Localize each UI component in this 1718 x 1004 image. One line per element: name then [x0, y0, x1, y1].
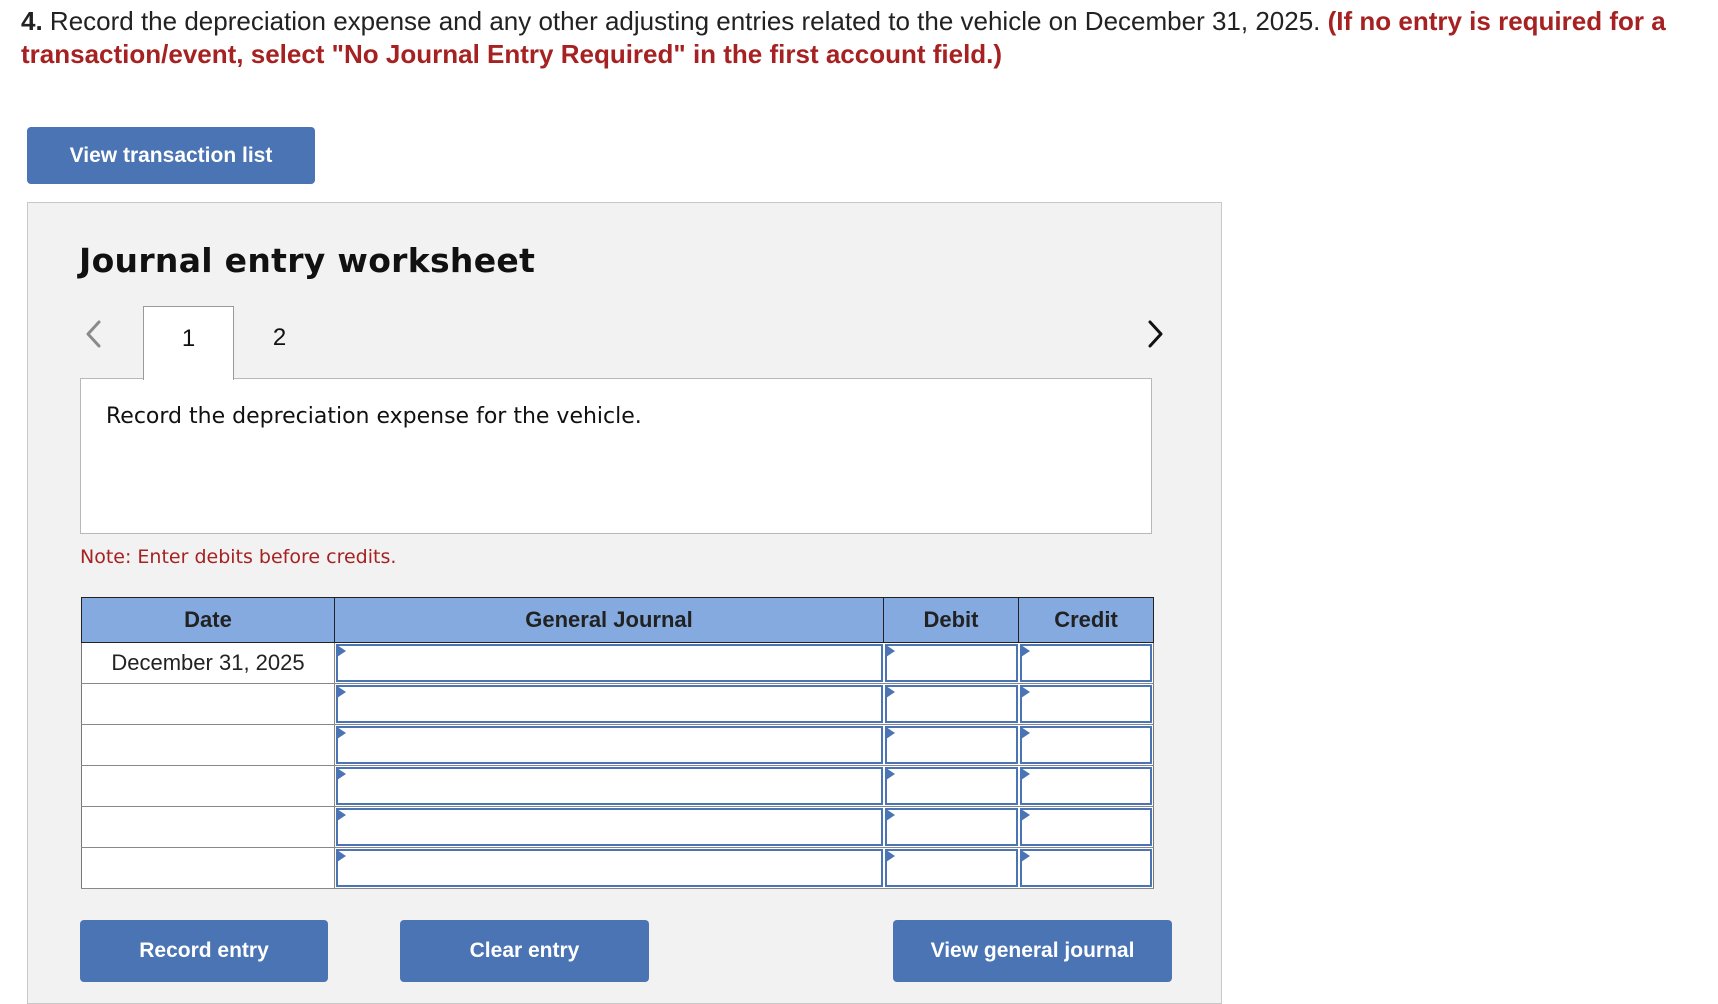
credit-input[interactable]	[1019, 685, 1152, 723]
table-row	[81, 765, 1154, 807]
worksheet-title: Journal entry worksheet	[79, 241, 536, 280]
credit-input[interactable]	[1019, 726, 1152, 764]
credit-input[interactable]	[1019, 644, 1152, 682]
header-debit: Debit	[883, 597, 1019, 643]
table-header-row: Date General Journal Debit Credit	[81, 597, 1154, 643]
date-cell	[81, 765, 335, 807]
table-row	[81, 683, 1154, 725]
header-date: Date	[81, 597, 335, 643]
debit-input[interactable]	[884, 767, 1018, 805]
credit-input[interactable]	[1019, 849, 1152, 887]
chevron-left-icon[interactable]	[78, 317, 108, 351]
tab-2[interactable]: 2	[234, 306, 325, 379]
entry-description: Record the depreciation expense for the …	[106, 404, 642, 429]
entry-description-box: Record the depreciation expense for the …	[80, 378, 1152, 534]
account-select[interactable]	[336, 644, 883, 682]
note-text: Note: Enter debits before credits.	[80, 546, 397, 568]
account-select[interactable]	[336, 849, 883, 887]
tab-1[interactable]: 1	[143, 306, 234, 380]
table-row	[81, 847, 1154, 889]
view-general-journal-button[interactable]: View general journal	[893, 920, 1172, 982]
debit-input[interactable]	[884, 849, 1018, 887]
debit-input[interactable]	[884, 685, 1018, 723]
credit-input[interactable]	[1019, 767, 1152, 805]
date-cell	[81, 683, 335, 725]
table-row	[81, 806, 1154, 848]
journal-entry-worksheet-panel: Journal entry worksheet 1 2 Record the d…	[27, 202, 1222, 1004]
account-select[interactable]	[336, 767, 883, 805]
debit-input[interactable]	[884, 726, 1018, 764]
debit-input[interactable]	[884, 644, 1018, 682]
credit-input[interactable]	[1019, 808, 1152, 846]
question-text: 4. Record the depreciation expense and a…	[21, 5, 1701, 71]
journal-table: Date General Journal Debit Credit Decemb…	[81, 597, 1154, 889]
clear-entry-button[interactable]: Clear entry	[400, 920, 649, 982]
question-number: 4.	[21, 6, 43, 36]
view-transaction-list-button[interactable]: View transaction list	[27, 127, 315, 184]
record-entry-button[interactable]: Record entry	[80, 920, 328, 982]
date-cell	[81, 724, 335, 766]
date-cell	[81, 847, 335, 889]
table-row	[81, 724, 1154, 766]
date-cell	[81, 806, 335, 848]
account-select[interactable]	[336, 685, 883, 723]
debit-input[interactable]	[884, 808, 1018, 846]
chevron-right-icon[interactable]	[1141, 317, 1171, 351]
question-body: Record the depreciation expense and any …	[42, 6, 1328, 36]
table-row: December 31, 2025	[81, 642, 1154, 684]
account-select[interactable]	[336, 726, 883, 764]
header-general-journal: General Journal	[334, 597, 884, 643]
date-cell: December 31, 2025	[81, 642, 335, 684]
account-select[interactable]	[336, 808, 883, 846]
header-credit: Credit	[1018, 597, 1154, 643]
